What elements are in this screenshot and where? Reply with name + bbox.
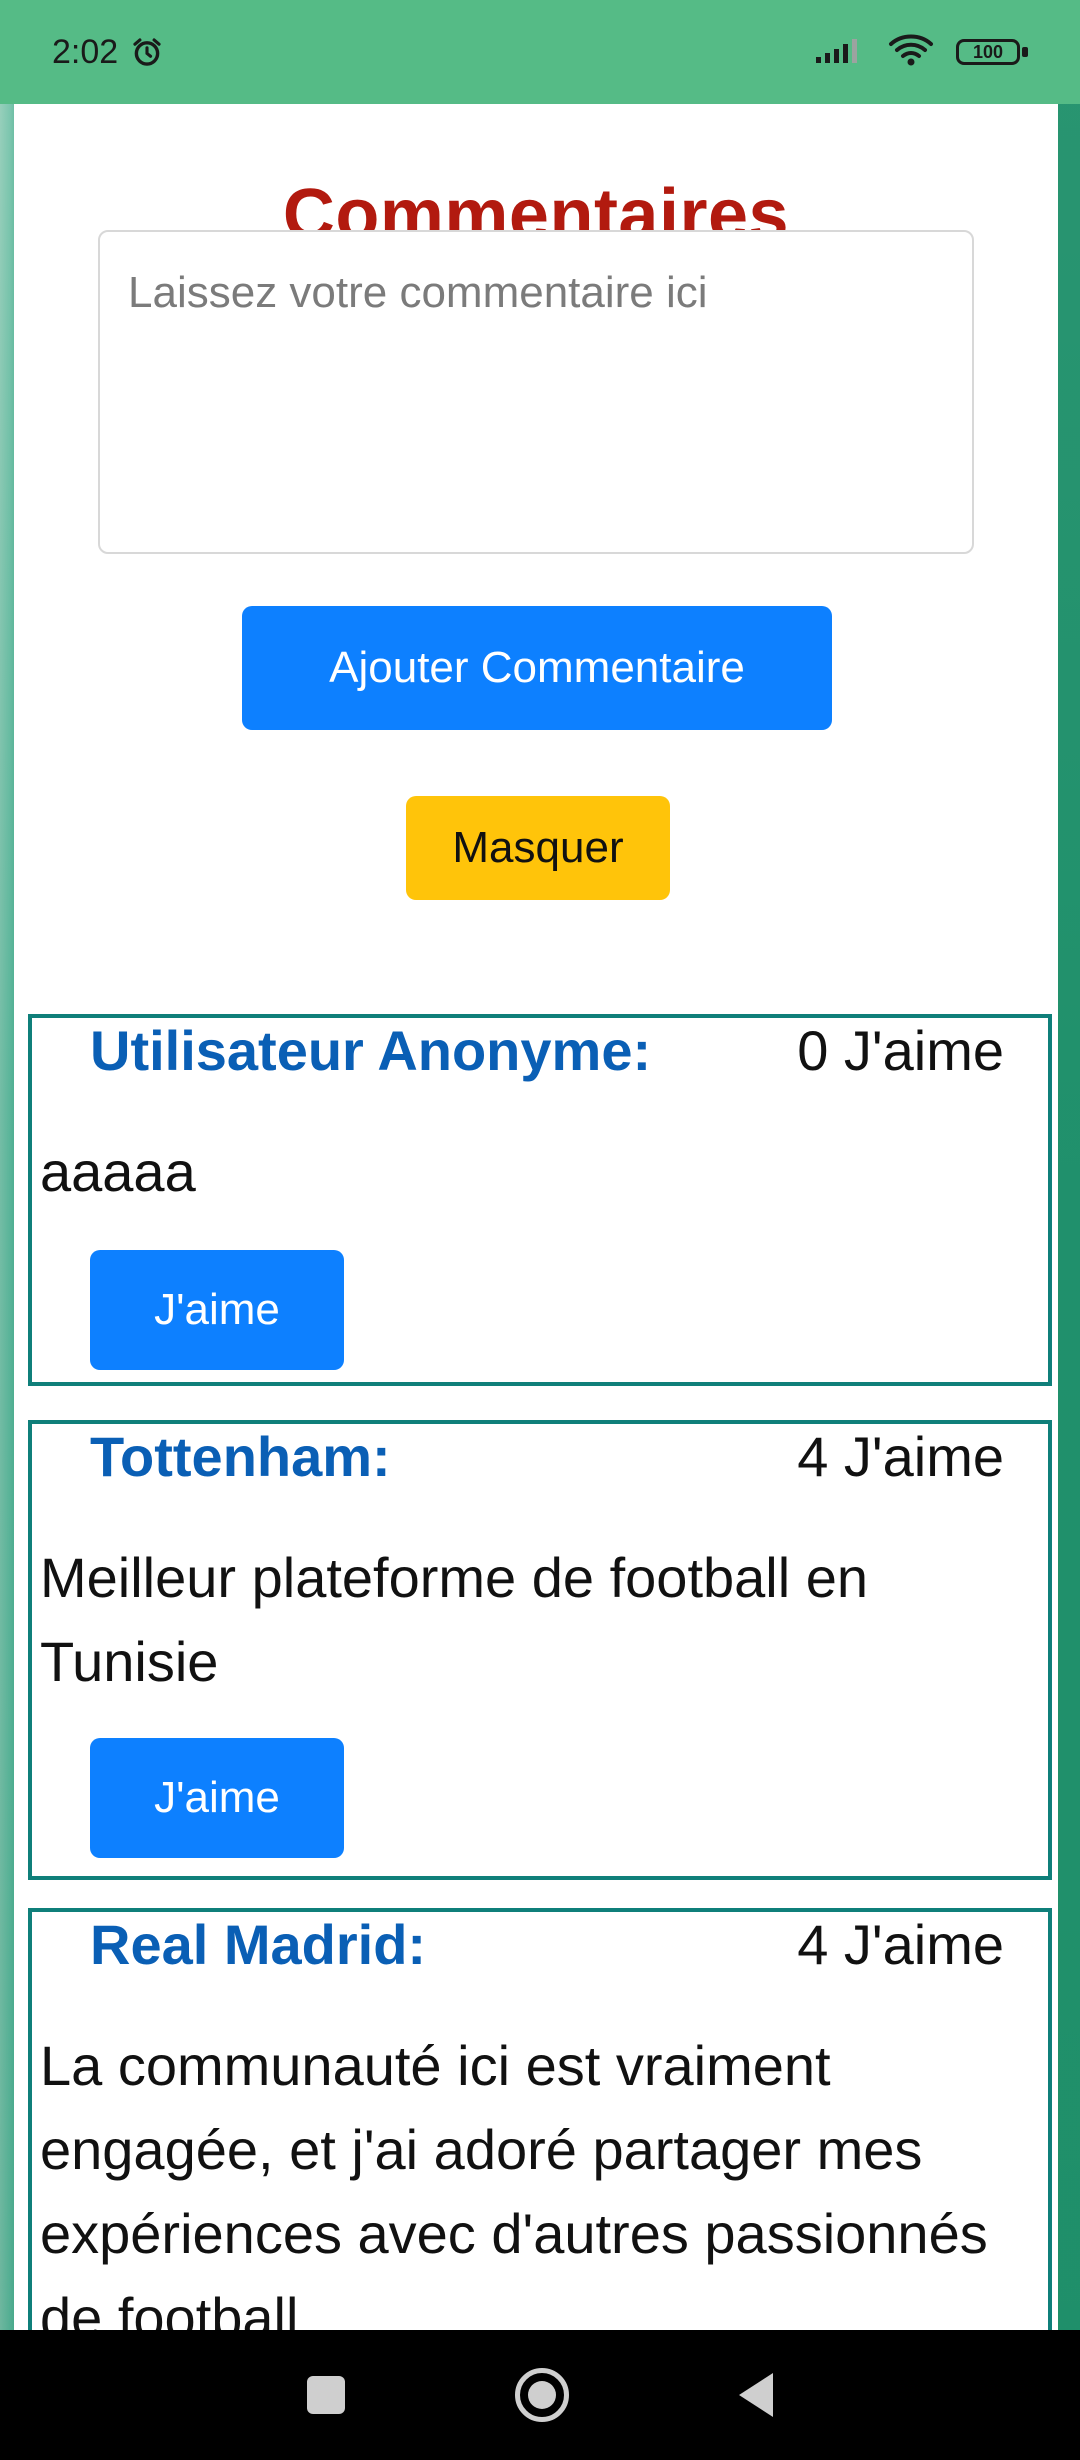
comment-like-count: 0 J'aime (797, 1019, 1004, 1082)
comment-header: Real Madrid: 4 J'aime (90, 1914, 1004, 1976)
back-icon[interactable] (739, 2373, 773, 2417)
comment-header: Tottenham: 4 J'aime (90, 1426, 1004, 1488)
comment-text: La communauté ici est vraiment engagée, … (40, 2034, 988, 2330)
system-navigation-bar (0, 2330, 1080, 2460)
battery-icon: 100 (956, 37, 1028, 67)
status-time: 2:02 (52, 32, 119, 71)
comment-like-count: 4 J'aime (797, 1425, 1004, 1488)
alarm-icon (130, 35, 164, 69)
comment-text: aaaaa (40, 1140, 196, 1203)
comment-author: Tottenham: (90, 1425, 391, 1488)
comment-like-count: 4 J'aime (797, 1913, 1004, 1976)
hide-comments-button[interactable]: Masquer (406, 796, 670, 900)
comment-header: Utilisateur Anonyme: 0 J'aime (90, 1020, 1004, 1082)
comment-card: Real Madrid: 4 J'aime La communauté ici … (28, 1908, 1052, 2330)
comment-text: Meilleur plateforme de football en Tunis… (40, 1546, 869, 1693)
comment-author: Real Madrid: (90, 1913, 427, 1976)
signal-icon (814, 35, 866, 70)
home-icon[interactable] (515, 2368, 569, 2422)
like-button[interactable]: J'aime (90, 1250, 344, 1370)
comment-card: Utilisateur Anonyme: 0 J'aime aaaaa J'ai… (28, 1014, 1052, 1386)
wifi-icon (888, 33, 934, 72)
add-comment-button[interactable]: Ajouter Commentaire (242, 606, 832, 730)
battery-level: 100 (956, 39, 1020, 65)
status-right: 100 (814, 33, 1028, 72)
comment-card: Tottenham: 4 J'aime Meilleur plateforme … (28, 1420, 1052, 1880)
comment-author: Utilisateur Anonyme: (90, 1019, 652, 1082)
like-button[interactable]: J'aime (90, 1738, 344, 1858)
comments-panel: Commentaires Ajouter Commentaire Masquer… (14, 104, 1058, 2330)
status-bar: 2:02 100 (0, 0, 1080, 104)
status-left: 2:02 (52, 33, 164, 72)
recent-apps-icon[interactable] (307, 2376, 345, 2414)
comment-input[interactable] (98, 230, 974, 554)
battery-tip (1022, 47, 1028, 57)
